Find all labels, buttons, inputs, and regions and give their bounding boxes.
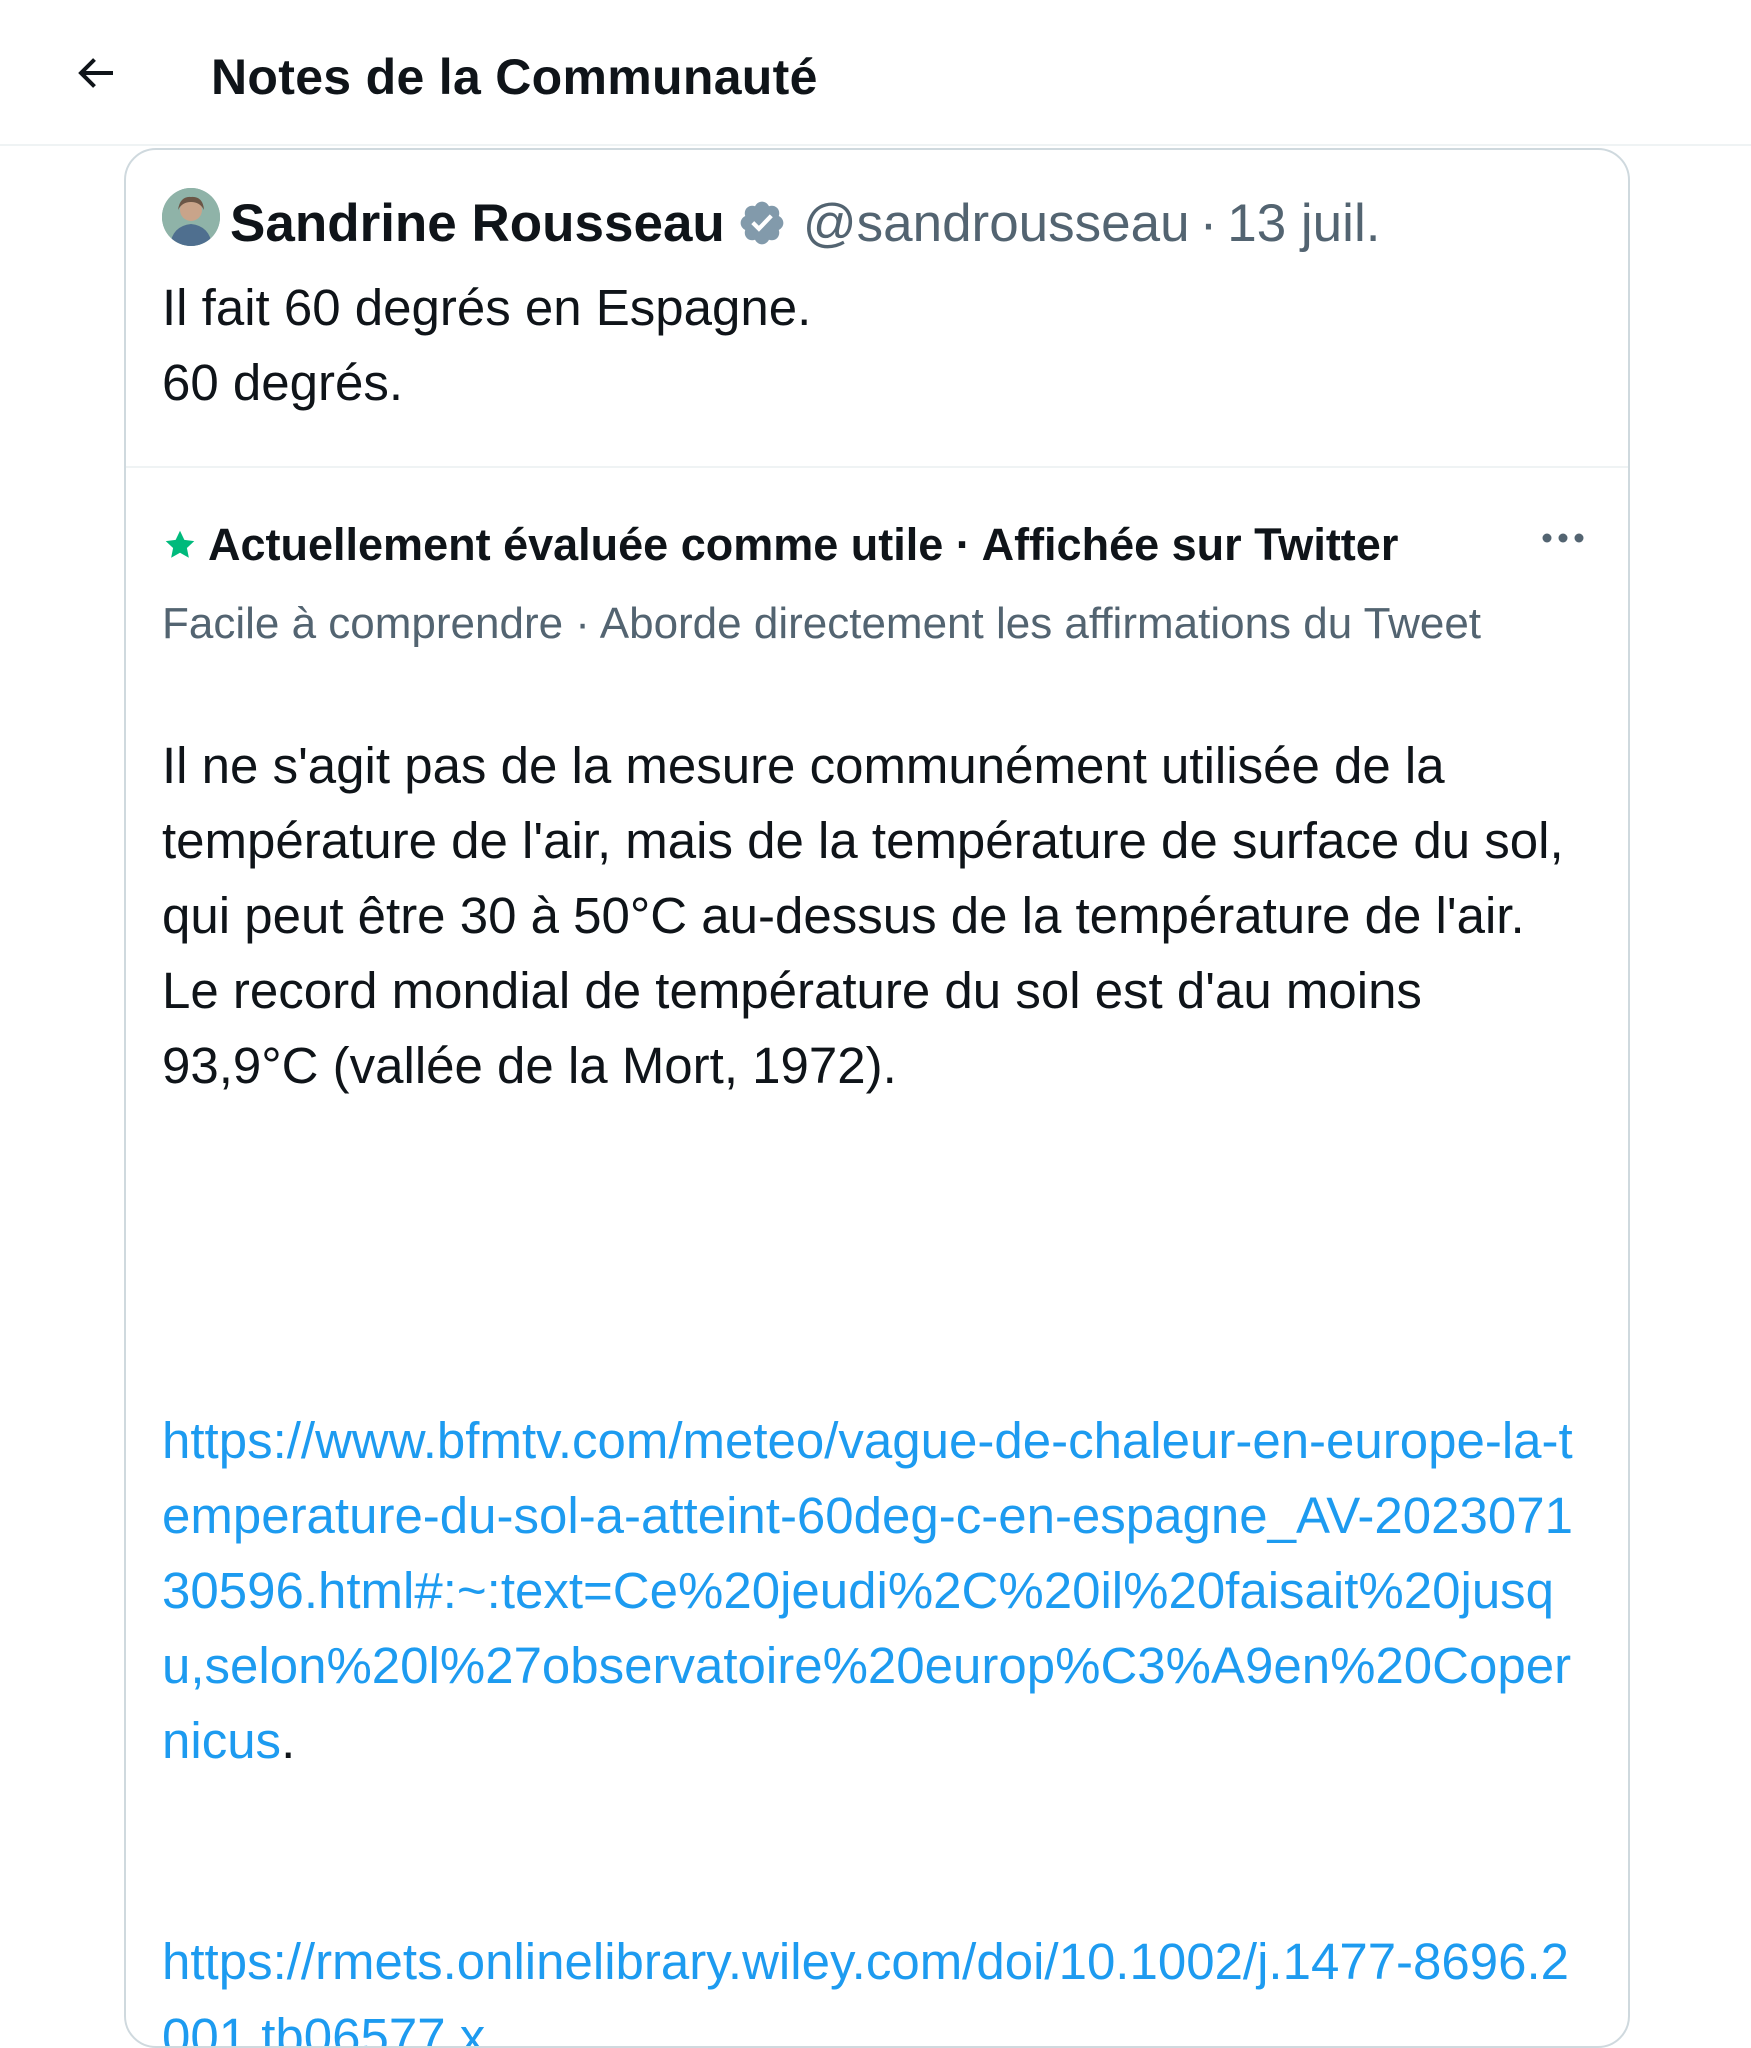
author-handle[interactable]: @sandrousseau (803, 193, 1190, 254)
back-button[interactable] (60, 45, 130, 105)
star-icon (162, 527, 198, 563)
note-link-bfmtv: https://www.bfmtv.com/meteo/vague-de-cha… (162, 1403, 1582, 1778)
arrow-left-icon (71, 49, 119, 102)
page-title: Notes de la Communauté (211, 49, 818, 105)
community-note-card: Sandrine Rousseau @sandrousseau · 13 jui… (124, 148, 1630, 2048)
note-status-text: Actuellement évaluée comme utile · Affic… (208, 519, 1399, 570)
top-bar: Notes de la Communauté (0, 0, 1751, 146)
author-name[interactable]: Sandrine Rousseau (230, 193, 725, 254)
tweet-author-row: Sandrine Rousseau @sandrousseau · 13 jui… (230, 188, 1380, 258)
more-options-button[interactable] (1528, 520, 1598, 560)
note-link-wiley[interactable]: https://rmets.onlinelibrary.wiley.com/do… (162, 1924, 1582, 2046)
note-status-row: Actuellement évaluée comme utile · Affic… (162, 510, 1582, 580)
tweet-text: Il fait 60 degrés en Espagne. 60 degrés. (162, 279, 812, 411)
verified-badge-icon (737, 198, 787, 248)
tweet-date[interactable]: 13 juil. (1227, 193, 1380, 254)
link-trailing-period: . (281, 1712, 296, 1769)
note-helpful-tags: Facile à comprendre · Aborde directement… (162, 599, 1482, 648)
avatar[interactable] (162, 188, 220, 246)
more-horizontal-icon (1539, 531, 1587, 550)
quoted-tweet[interactable]: Sandrine Rousseau @sandrousseau · 13 jui… (126, 150, 1628, 468)
meta-separator: · (1199, 193, 1218, 253)
bfmtv-link[interactable]: https://www.bfmtv.com/meteo/vague-de-cha… (162, 1412, 1573, 1769)
note-body-text: Il ne s'agit pas de la mesure communémen… (162, 737, 1564, 1094)
